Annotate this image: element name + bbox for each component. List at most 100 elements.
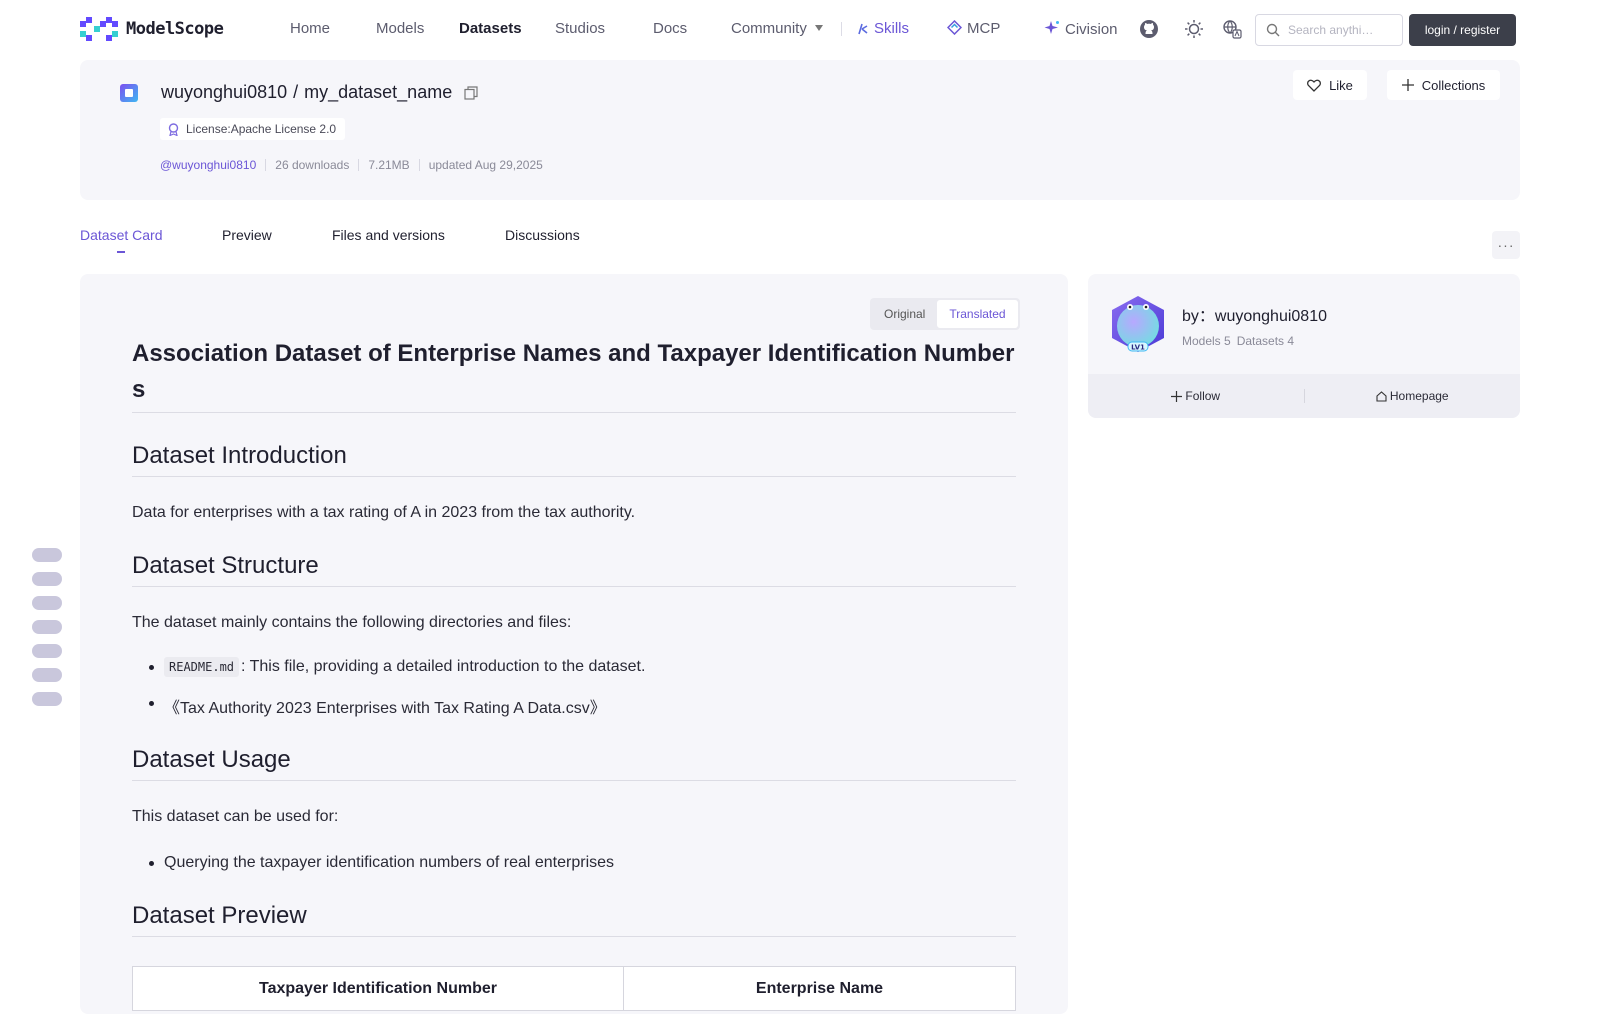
toc-item[interactable] — [32, 692, 62, 706]
meta-divider — [265, 159, 267, 171]
author-actions: Follow Homepage — [1088, 374, 1520, 418]
avatar[interactable]: LV1 — [1108, 294, 1168, 354]
meta-divider — [358, 159, 360, 171]
dataset-header-card: wuyonghui0810 / my_dataset_name License:… — [80, 60, 1520, 200]
nav-models[interactable]: Models — [376, 20, 424, 37]
license-icon — [168, 122, 179, 136]
modelscope-logo[interactable]: ModelScope — [80, 17, 224, 41]
license-badge[interactable]: License:Apache License 2.0 — [160, 118, 346, 140]
author-name[interactable]: by：wuyonghui0810 — [1182, 302, 1327, 326]
title-separator: / — [293, 82, 299, 102]
updated-date: updated Aug 29,2025 — [428, 158, 543, 172]
homepage-label: Homepage — [1389, 389, 1449, 403]
toc-item[interactable] — [32, 668, 62, 682]
login-register-button[interactable]: login / register — [1409, 14, 1516, 46]
plus-icon — [1401, 79, 1414, 91]
level-badge: LV1 — [1131, 344, 1145, 352]
dataset-name: my_dataset_name — [304, 82, 453, 102]
structure-text: The dataset mainly contains the followin… — [132, 614, 572, 631]
toc-item[interactable] — [32, 596, 62, 610]
file-list: README.md: This file, providing a detail… — [132, 657, 646, 677]
download-count: 26 downloads — [275, 158, 350, 172]
dataset-title: wuyonghui0810 / my_dataset_name — [161, 82, 478, 103]
nav-divider — [841, 22, 842, 36]
toc-item[interactable] — [32, 548, 62, 562]
readme-description: : This file, providing a detailed introd… — [241, 658, 646, 675]
github-icon[interactable] — [1139, 19, 1159, 39]
author-card: LV1 by：wuyonghui0810 Models 5 Datasets 4… — [1088, 274, 1520, 418]
collections-button[interactable]: Collections — [1387, 70, 1500, 100]
search-icon — [1266, 23, 1280, 37]
search-input[interactable] — [1288, 23, 1398, 37]
plus-icon — [1171, 390, 1183, 402]
nav-datasets[interactable]: Datasets — [459, 20, 522, 37]
intro-text: Data for enterprises with a tax rating o… — [132, 504, 636, 521]
tab-dataset-card[interactable]: Dataset Card — [80, 227, 162, 243]
tab-preview[interactable]: Preview — [222, 227, 272, 243]
language-toggle: Original Translated — [870, 298, 1020, 330]
search-box[interactable] — [1255, 14, 1403, 46]
home-icon — [1376, 390, 1387, 402]
active-tab-indicator — [117, 251, 125, 253]
mcp-icon — [947, 20, 962, 35]
language-icon[interactable] — [1222, 19, 1242, 39]
structure-heading: Dataset Structure — [132, 552, 1016, 587]
nav-studios[interactable]: Studios — [555, 20, 605, 37]
nav-civision-label: Civision — [1065, 21, 1118, 38]
column-header-enterprise-name: Enterprise Name — [623, 966, 1016, 1011]
owner-handle-link[interactable]: @wuyonghui0810 — [160, 158, 256, 172]
nav-community[interactable]: Community — [731, 20, 823, 37]
list-item: 《Tax Authority 2023 Enterprises with Tax… — [132, 694, 606, 718]
nav-home[interactable]: Home — [290, 20, 330, 37]
toc-item[interactable] — [32, 620, 62, 634]
usage-list: Querying the taxpayer identification num… — [132, 854, 614, 872]
top-navbar: ModelScope Home Models Datasets Studios … — [0, 0, 1600, 58]
heart-icon — [1307, 79, 1322, 92]
modelscope-logo-icon — [80, 17, 118, 41]
card-title: Association Dataset of Enterprise Names … — [132, 336, 1016, 413]
intro-heading: Dataset Introduction — [132, 442, 1016, 477]
usage-text: This dataset can be used for: — [132, 808, 339, 825]
preview-heading: Dataset Preview — [132, 902, 1016, 937]
dataset-icon — [120, 84, 138, 102]
readme-code: README.md — [164, 657, 240, 677]
more-options-button[interactable]: ··· — [1492, 231, 1520, 259]
collections-label: Collections — [1421, 77, 1486, 93]
author-models-count[interactable]: Models 5 — [1182, 334, 1231, 348]
nav-skills-label: Skills — [874, 20, 910, 37]
card-title-line1: Association Dataset of Enterprise Names … — [132, 340, 1015, 367]
toc-navigator — [32, 548, 62, 706]
toc-item[interactable] — [32, 644, 62, 658]
nav-mcp[interactable]: MCP — [947, 20, 1000, 37]
dataset-size: 7.21MB — [368, 158, 410, 172]
file-list-2: 《Tax Authority 2023 Enterprises with Tax… — [132, 694, 606, 718]
tab-files-and-versions[interactable]: Files and versions — [332, 227, 445, 243]
card-title-line2: s — [132, 376, 146, 403]
theme-toggle-icon[interactable] — [1184, 19, 1204, 39]
preview-table: Taxpayer Identification Number Enterpris… — [132, 966, 1016, 1011]
logo-text: ModelScope — [126, 19, 224, 39]
author-datasets-count[interactable]: Datasets 4 — [1237, 334, 1294, 348]
like-label: Like — [1329, 77, 1353, 93]
toggle-original[interactable]: Original — [872, 300, 937, 328]
license-text: License:Apache License 2.0 — [186, 122, 337, 136]
homepage-button[interactable]: Homepage — [1305, 389, 1521, 403]
toc-item[interactable] — [32, 572, 62, 586]
dataset-owner-link[interactable]: wuyonghui0810 — [161, 82, 287, 103]
tab-discussions[interactable]: Discussions — [505, 227, 580, 243]
dataset-card-content: Original Translated Association Dataset … — [80, 274, 1068, 1014]
nav-docs[interactable]: Docs — [653, 20, 687, 37]
skills-icon — [858, 23, 868, 35]
like-button[interactable]: Like — [1293, 70, 1367, 100]
follow-button[interactable]: Follow — [1088, 389, 1304, 403]
list-item: README.md: This file, providing a detail… — [132, 657, 646, 677]
list-item: Querying the taxpayer identification num… — [132, 854, 614, 872]
nav-civision[interactable]: Civision — [1044, 20, 1118, 38]
copy-icon[interactable] — [464, 85, 478, 100]
nav-skills[interactable]: Skills — [857, 20, 909, 37]
usage-heading: Dataset Usage — [132, 746, 1016, 781]
dataset-meta: @wuyonghui0810 26 downloads 7.21MB updat… — [160, 158, 543, 172]
toggle-translated[interactable]: Translated — [937, 300, 1018, 328]
chevron-down-icon — [814, 25, 823, 31]
nav-community-label: Community — [731, 20, 807, 37]
